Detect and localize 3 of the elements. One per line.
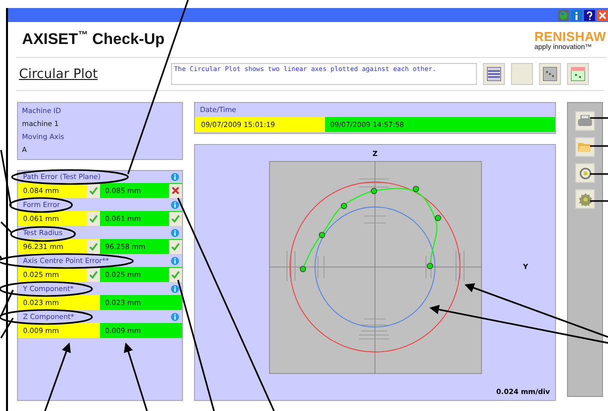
app-logo: AXISET$^{™}$ Check-Up xyxy=(22,30,165,50)
brand-logo: RENISHAW xyxy=(534,28,606,44)
page-title: Circular Plot xyxy=(19,66,99,82)
